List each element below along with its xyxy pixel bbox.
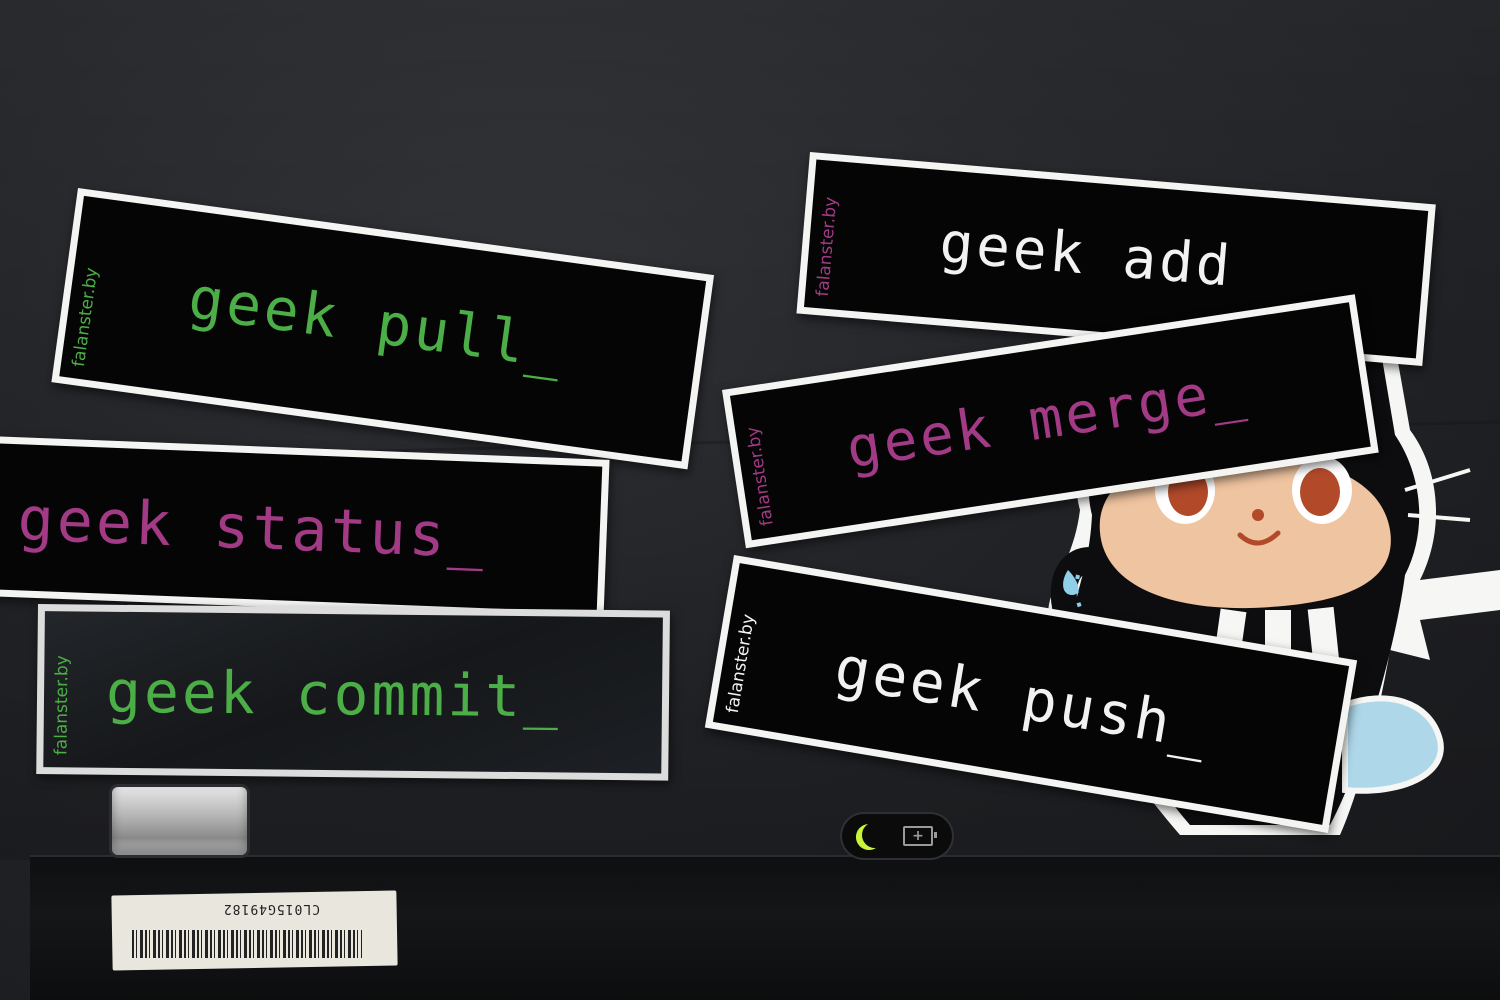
sticker-brand: falanster.by [722,612,760,715]
barcode [132,930,362,958]
sticker-brand: falanster.by [742,425,778,528]
sticker-command: geek merge_ [842,356,1252,482]
photo-scene: falanster.by geek pull_ falanster.by gee… [0,0,1500,1000]
octocat-right-iris [1300,468,1340,516]
sticker-brand: falanster.by [68,266,103,369]
sticker-brand: falanster.by [812,196,842,298]
sticker-brand: falanster.by [51,655,73,756]
sticker-command: geek commit_ [105,657,562,731]
sticker-command: geek push_ [830,633,1216,764]
sticker-face: geek status_ [0,443,603,613]
sticker-command: geek add [937,210,1236,300]
laptop-latch [112,787,247,855]
battery-icon: + [903,826,937,846]
octocat-boat [1342,695,1444,794]
serial-number-text: CL015G49182 [222,901,320,916]
battery-plus-icon: + [912,828,924,844]
sticker-geek-commit: falanster.by geek commit_ [36,604,670,781]
sticker-geek-status: geek status_ [0,436,610,620]
sticker-face: falanster.by geek commit_ [43,611,663,774]
sticker-command: geek pull_ [184,263,570,383]
sticker-command: geek status_ [16,484,489,573]
octocat-nose [1252,509,1264,521]
